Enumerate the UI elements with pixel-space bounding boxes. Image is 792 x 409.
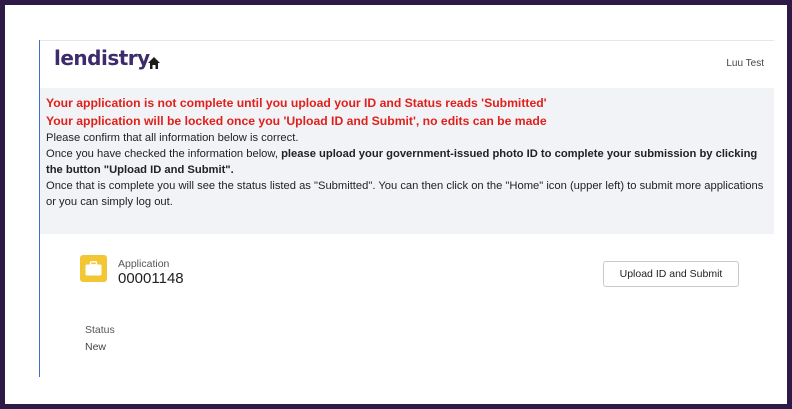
user-name[interactable]: Luu Test [726,58,764,69]
upload-instructions-start: Once you have checked the information be… [46,148,282,160]
confirm-text: Please confirm that all information belo… [46,132,299,144]
status-value: New [85,341,107,353]
upload-id-submit-button[interactable]: Upload ID and Submit [603,261,739,287]
top-header: lendistry Luu Test [40,41,774,83]
briefcase-icon [80,255,107,282]
instructions-panel: Your application is not complete until y… [40,88,774,234]
home-icon[interactable] [147,56,161,70]
record-type-label: Application [118,258,170,270]
completion-text: Once that is complete you will see the s… [46,180,764,208]
application-number: 00001148 [118,270,184,287]
incomplete-warning: Your application is not complete until y… [46,96,547,110]
upload-instructions: Once you have checked the information be… [46,146,770,178]
lendistry-logo[interactable]: lendistry [54,46,150,70]
lock-warning: Your application will be locked once you… [46,114,547,128]
status-label: Status [85,324,115,336]
